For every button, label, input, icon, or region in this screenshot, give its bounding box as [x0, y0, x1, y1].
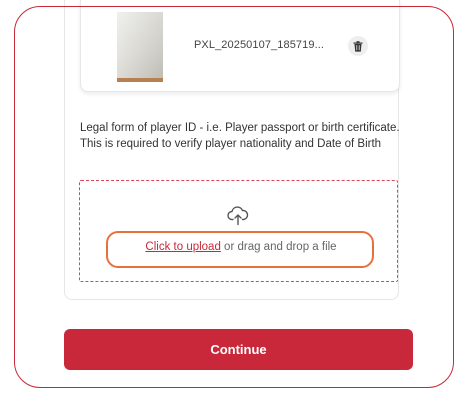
screenshot-frame — [14, 6, 454, 388]
